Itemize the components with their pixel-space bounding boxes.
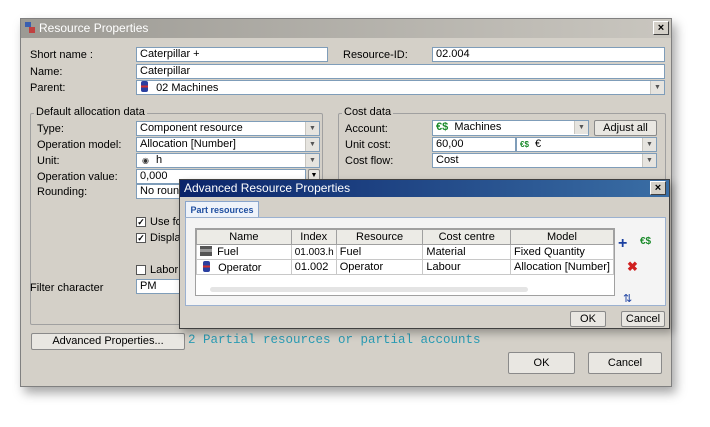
short-name-field[interactable]: Caterpillar + bbox=[136, 47, 328, 62]
euro-dollar-icon: €$ bbox=[436, 121, 449, 133]
chevron-down-icon[interactable]: ▼ bbox=[574, 121, 588, 134]
cell-name: Operator bbox=[196, 259, 292, 275]
part-resources-table: Name Index Resource Cost centre Model Fu… bbox=[196, 229, 615, 275]
type-select[interactable]: Component resource ▼ bbox=[136, 121, 320, 136]
window-title-bar: Resource Properties × bbox=[21, 19, 671, 38]
app-icon bbox=[24, 21, 36, 34]
column-header-model[interactable]: Model bbox=[509, 229, 615, 245]
cell-index: 01.003.h bbox=[290, 244, 337, 260]
account-select[interactable]: €$ Machines ▼ bbox=[432, 120, 589, 136]
currency-value: € bbox=[534, 138, 542, 150]
cost-flow-select[interactable]: Cost ▼ bbox=[432, 153, 657, 168]
rounding-label: Rounding: bbox=[37, 186, 88, 198]
cancel-button[interactable]: Cancel bbox=[588, 352, 662, 374]
chevron-down-icon[interactable]: ▼ bbox=[305, 122, 319, 135]
status-text: 2 Partial resources or partial accounts bbox=[188, 333, 481, 347]
table-row[interactable]: Operator 01.002 Operator Labour Allocati… bbox=[196, 259, 615, 275]
operator-icon bbox=[203, 260, 210, 272]
delete-icon[interactable]: ✖ bbox=[627, 259, 638, 275]
cell-model: Fixed Quantity bbox=[509, 244, 615, 260]
ok-button[interactable]: OK bbox=[508, 352, 575, 374]
advanced-resource-properties-dialog: Advanced Resource Properties × Part reso… bbox=[179, 179, 670, 329]
part-resources-panel: Name Index Resource Cost centre Model Fu… bbox=[185, 217, 666, 306]
window-title: Resource Properties bbox=[39, 21, 149, 35]
account-value: Machines bbox=[454, 121, 502, 133]
chevron-down-icon[interactable]: ▼ bbox=[650, 81, 664, 94]
short-name-label: Short name : bbox=[30, 49, 93, 61]
part-resources-table-wrap: Name Index Resource Cost centre Model Fu… bbox=[195, 228, 615, 296]
chevron-down-icon[interactable]: ▼ bbox=[642, 138, 656, 151]
cell-model: Allocation [Number] bbox=[509, 259, 615, 275]
cost-flow-label: Cost flow: bbox=[345, 155, 394, 167]
row-name: Operator bbox=[218, 261, 262, 274]
unit-icon: ◉ bbox=[142, 156, 149, 165]
use-for-checkbox[interactable]: ✓ bbox=[136, 217, 146, 227]
unit-cost-label: Unit cost: bbox=[345, 139, 391, 151]
unit-value: h bbox=[156, 154, 163, 166]
add-icon[interactable]: + bbox=[618, 235, 627, 253]
tab-part-resources[interactable]: Part resources bbox=[185, 201, 259, 218]
dialog-title: Advanced Resource Properties bbox=[184, 181, 351, 195]
cost-flow-value: Cost bbox=[436, 154, 459, 166]
operation-value-label: Operation value: bbox=[37, 171, 118, 183]
parent-icon bbox=[141, 81, 148, 92]
name-label: Name: bbox=[30, 66, 63, 78]
cell-name: Fuel bbox=[196, 244, 292, 260]
display-checkbox[interactable]: ✓ bbox=[136, 233, 146, 243]
currency-select[interactable]: €$ € ▼ bbox=[516, 137, 657, 152]
parent-label: Parent: bbox=[30, 82, 66, 94]
swap-icon[interactable]: ⇅ bbox=[623, 292, 632, 305]
horizontal-scrollbar[interactable] bbox=[210, 287, 528, 292]
filter-character-label: Filter character bbox=[30, 282, 104, 294]
cell-resource: Operator bbox=[335, 259, 424, 275]
column-header-resource[interactable]: Resource bbox=[335, 229, 424, 245]
account-label: Account: bbox=[345, 123, 388, 135]
type-label: Type: bbox=[37, 123, 64, 135]
type-value: Component resource bbox=[140, 122, 243, 134]
column-header-index[interactable]: Index bbox=[290, 229, 337, 245]
cell-cost-centre: Labour bbox=[422, 259, 511, 275]
resource-id-label: Resource-ID: bbox=[343, 49, 408, 61]
labor-checkbox[interactable] bbox=[136, 265, 146, 275]
parent-value: 02 Machines bbox=[156, 82, 219, 94]
cell-resource: Fuel bbox=[335, 244, 424, 260]
cost-data-title: Cost data bbox=[342, 106, 394, 118]
adjust-all-button[interactable]: Adjust all bbox=[594, 120, 657, 136]
column-header-name[interactable]: Name bbox=[196, 229, 292, 245]
default-allocation-title: Default allocation data bbox=[34, 106, 147, 118]
dialog-cancel-button[interactable]: Cancel bbox=[621, 311, 665, 327]
column-header-cost-centre[interactable]: Cost centre bbox=[422, 229, 511, 245]
unit-select[interactable]: ◉ h ▼ bbox=[136, 153, 320, 168]
currency-icon: €$ bbox=[520, 140, 529, 149]
table-row[interactable]: Fuel 01.003.h Fuel Material Fixed Quanti… bbox=[196, 244, 615, 260]
chevron-down-icon[interactable]: ▼ bbox=[642, 154, 656, 167]
dialog-ok-button[interactable]: OK bbox=[570, 311, 606, 327]
euro-dollar-icon[interactable]: €$ bbox=[640, 236, 651, 247]
row-name: Fuel bbox=[217, 246, 239, 258]
operation-model-value: Allocation [Number] bbox=[140, 138, 236, 150]
unit-cost-field[interactable]: 60,00 bbox=[432, 137, 516, 152]
advanced-properties-button[interactable]: Advanced Properties... bbox=[31, 333, 185, 350]
operation-model-select[interactable]: Allocation [Number] ▼ bbox=[136, 137, 320, 152]
window-close-button[interactable]: × bbox=[653, 21, 669, 35]
fuel-icon bbox=[200, 246, 212, 256]
cell-index: 01.002 bbox=[290, 259, 337, 275]
dialog-close-button[interactable]: × bbox=[650, 181, 666, 195]
chevron-down-icon[interactable]: ▼ bbox=[305, 138, 319, 151]
cell-cost-centre: Material bbox=[422, 244, 511, 260]
operation-model-label: Operation model: bbox=[37, 139, 122, 151]
dialog-title-bar: Advanced Resource Properties × bbox=[180, 180, 669, 197]
parent-select[interactable]: 02 Machines ▼ bbox=[136, 80, 665, 95]
resource-id-field[interactable]: 02.004 bbox=[432, 47, 665, 62]
unit-label: Unit: bbox=[37, 155, 60, 167]
chevron-down-icon[interactable]: ▼ bbox=[305, 154, 319, 167]
name-field[interactable]: Caterpillar bbox=[136, 64, 665, 79]
